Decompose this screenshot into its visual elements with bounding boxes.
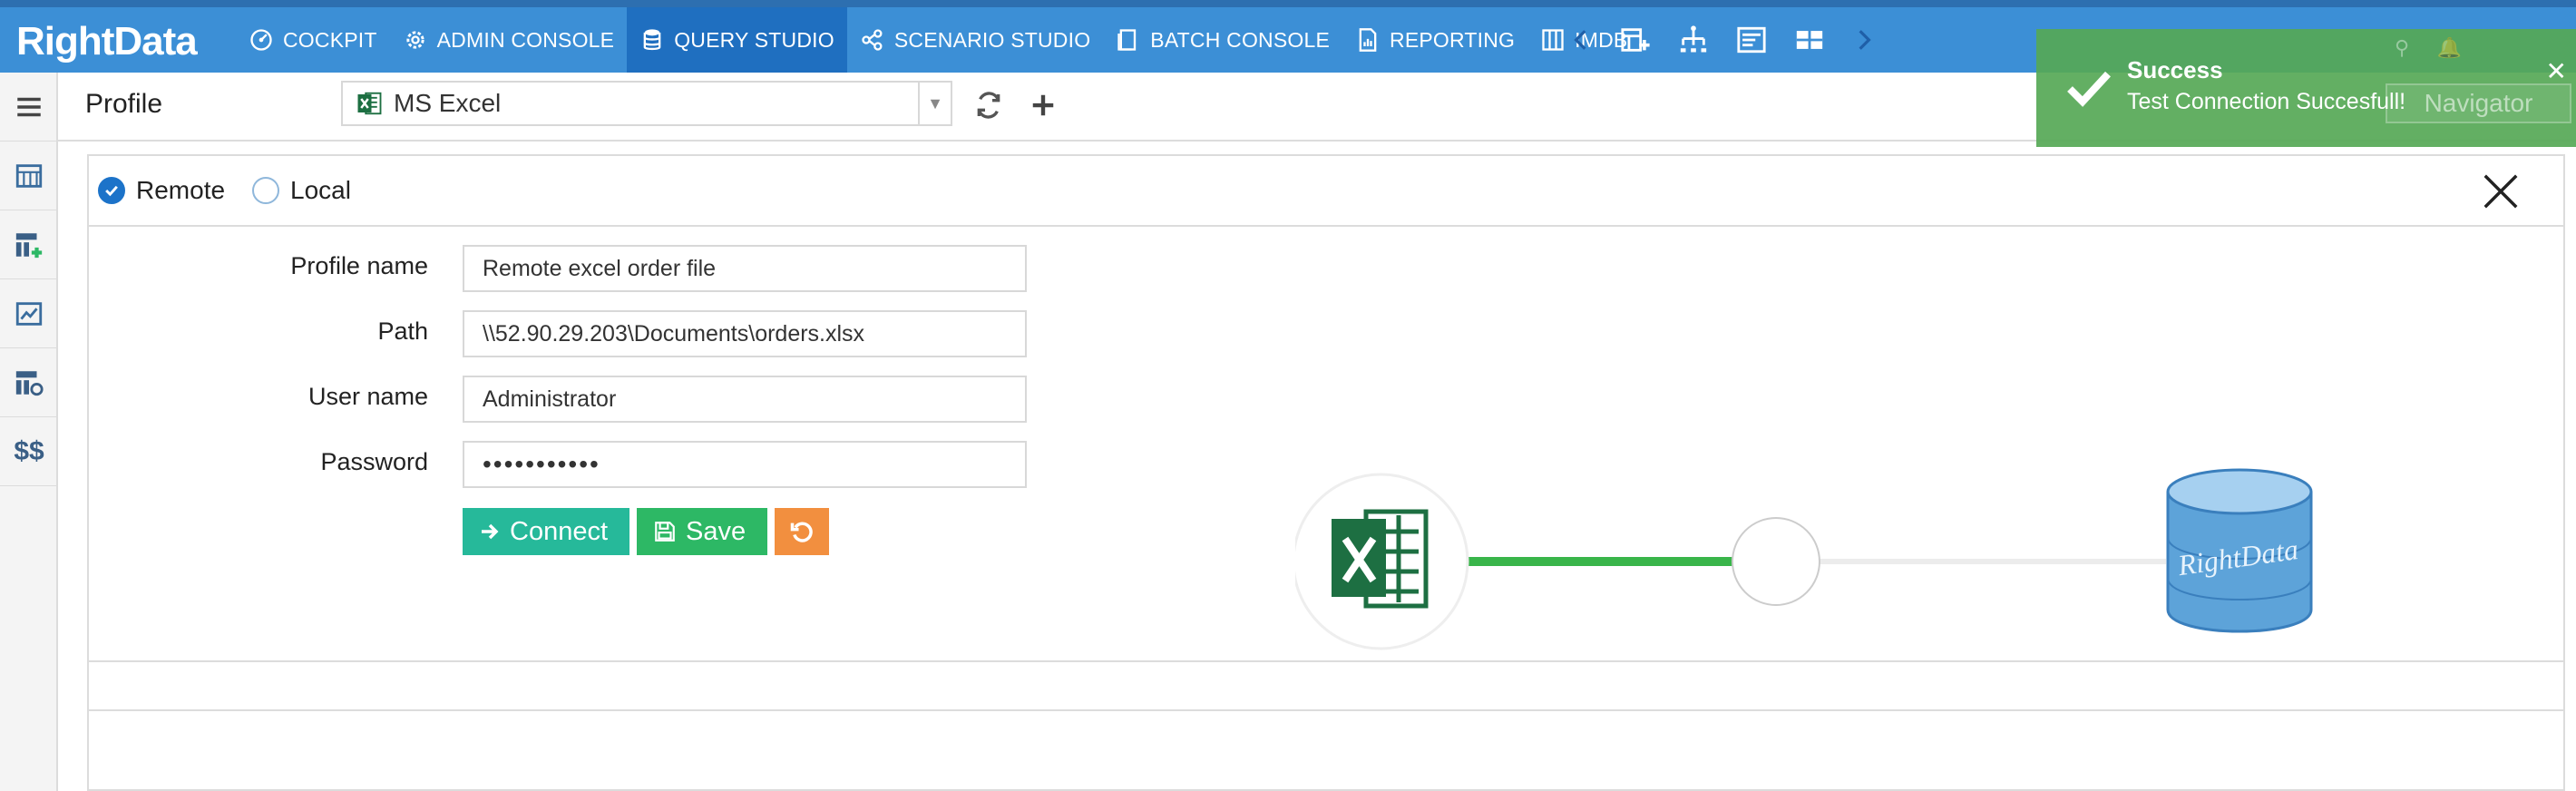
- profile-name-input[interactable]: Remote excel order file: [463, 245, 1027, 292]
- rail-item-add-table[interactable]: [0, 210, 58, 279]
- close-icon[interactable]: [2480, 171, 2522, 212]
- rail-item-data-catalog[interactable]: [0, 142, 58, 210]
- plus-icon: [1032, 94, 1054, 116]
- batch-icon: [1117, 29, 1137, 51]
- radio-unchecked-icon: [252, 177, 279, 204]
- nav-query-studio[interactable]: QUERY STUDIO: [627, 7, 847, 73]
- cockpit-icon: [250, 29, 272, 51]
- profile-type-select[interactable]: MS Excel ▼: [341, 81, 952, 126]
- list-settings-icon[interactable]: [1736, 24, 1767, 55]
- faded-header-icons: ⚲ 🔔: [2395, 36, 2463, 59]
- profile-type-value: MS Excel: [394, 89, 502, 117]
- rail-menu-button[interactable]: [0, 73, 58, 142]
- reset-button[interactable]: [775, 508, 829, 555]
- gear-icon: [406, 31, 424, 49]
- add-profile-button[interactable]: [1025, 87, 1061, 123]
- nav-cockpit[interactable]: COCKPIT: [236, 7, 390, 73]
- chevron-left-icon[interactable]: [1569, 24, 1593, 55]
- scenario-icon: [862, 29, 883, 51]
- panel-divider: [89, 709, 2563, 711]
- nav-tools: [1569, 7, 1876, 73]
- toast-close-icon[interactable]: ✕: [2546, 56, 2567, 86]
- rail-item-cost[interactable]: $$: [0, 417, 58, 486]
- success-toast: ⚲ 🔔 Navigator Success Test Connection Su…: [2036, 29, 2576, 147]
- rail-item-charts[interactable]: [0, 279, 58, 348]
- left-rail: $$: [0, 73, 58, 791]
- save-button[interactable]: Save: [637, 508, 767, 555]
- excel-icon: [357, 92, 382, 115]
- imdb-icon: [1542, 29, 1564, 51]
- nav-admin-console[interactable]: ADMIN CONSOLE: [390, 7, 628, 73]
- line-chart-icon: [15, 301, 43, 326]
- password-input[interactable]: •••••••••••: [463, 441, 1027, 488]
- form-actions: Connect Save: [463, 508, 829, 555]
- connection-panel: Remote Local Profile name Remote excel o…: [87, 154, 2565, 791]
- hierarchy-icon[interactable]: [1678, 24, 1709, 55]
- location-radio-group: Remote Local: [89, 156, 2563, 227]
- nav-reporting[interactable]: REPORTING: [1342, 7, 1527, 73]
- refresh-icon: [977, 92, 1000, 119]
- floppy-icon: [655, 522, 675, 542]
- arrow-right-icon: [482, 523, 499, 540]
- rightdata-target-icon: RightData: [2166, 468, 2313, 633]
- excel-source-icon: [1295, 473, 1469, 650]
- user-name-input[interactable]: Administrator: [463, 376, 1027, 423]
- report-icon: [1359, 28, 1377, 52]
- nav-batch-console[interactable]: BATCH CONSOLE: [1103, 7, 1342, 73]
- user-name-row: User name Administrator: [89, 376, 1032, 425]
- table-icon: [15, 163, 43, 188]
- radio-checked-icon: [98, 177, 125, 204]
- toast-title: Success: [2127, 56, 2223, 83]
- profile-name-label: Profile name: [290, 252, 428, 279]
- navigator-button[interactable]: Navigator: [2386, 83, 2571, 123]
- table-settings-icon: [15, 370, 44, 396]
- connection-diagram: RightData: [1295, 468, 2313, 650]
- path-input[interactable]: \\52.90.29.203\Documents\orders.xlsx: [463, 310, 1027, 357]
- hamburger-icon: [17, 97, 41, 116]
- undo-icon: [790, 522, 813, 542]
- grid-icon[interactable]: [1794, 24, 1825, 55]
- refresh-button[interactable]: [971, 87, 1007, 123]
- connection-status-node: [1732, 517, 1820, 606]
- rail-item-table-settings[interactable]: [0, 348, 58, 417]
- add-table-icon[interactable]: [1620, 24, 1651, 55]
- user-name-label: User name: [307, 383, 428, 410]
- path-label: Path: [377, 317, 428, 345]
- nav-scenario-studio[interactable]: SCENARIO STUDIO: [847, 7, 1103, 73]
- profile-name-row: Profile name Remote excel order file: [89, 245, 1032, 294]
- page-title: Profile: [85, 89, 163, 119]
- add-table-icon: [15, 232, 43, 258]
- connect-button[interactable]: Connect: [463, 508, 629, 555]
- password-row: Password •••••••••••: [89, 441, 1032, 490]
- main-nav: COCKPIT ADMIN CONSOLE QUERY STUDIO SCENA…: [236, 7, 1640, 73]
- database-icon: [643, 29, 661, 51]
- radio-local[interactable]: Local: [252, 176, 351, 205]
- toast-message: Test Connection Succesfull!: [2127, 89, 2406, 114]
- path-row: Path \\52.90.29.203\Documents\orders.xls…: [89, 310, 1032, 359]
- radio-remote[interactable]: Remote: [98, 176, 225, 205]
- check-icon: [2067, 71, 2112, 107]
- password-label: Password: [320, 448, 428, 475]
- app-logo[interactable]: RightData: [16, 13, 198, 71]
- chevron-down-icon[interactable]: ▼: [918, 83, 951, 124]
- chevron-right-icon[interactable]: [1852, 24, 1876, 55]
